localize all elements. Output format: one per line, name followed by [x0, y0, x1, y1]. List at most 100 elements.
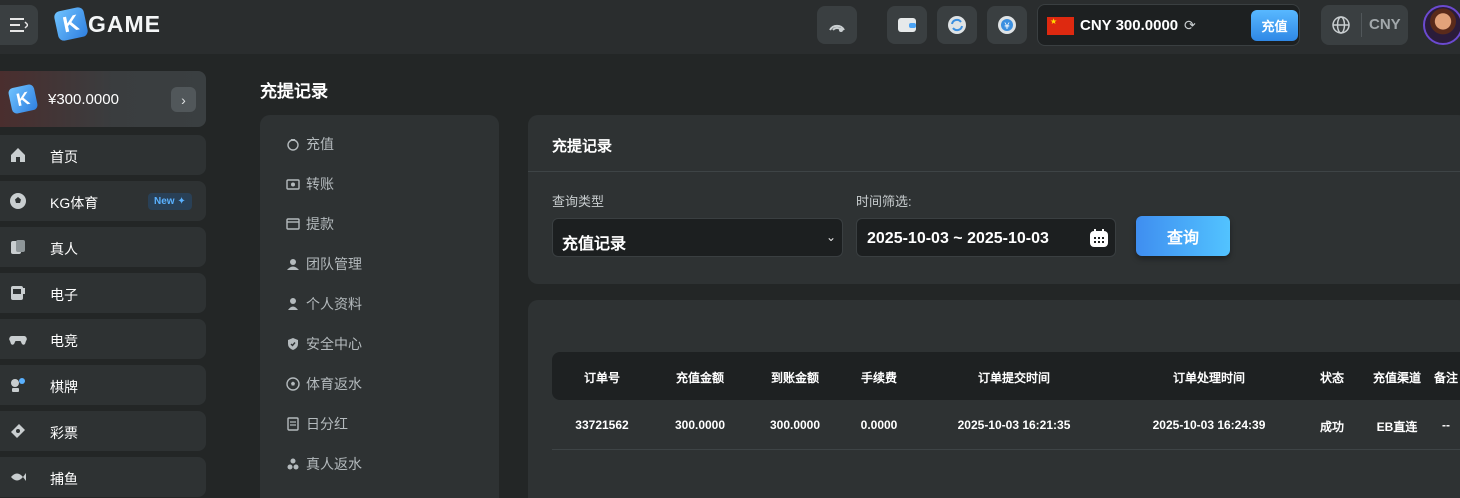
cell-remark: --	[1442, 418, 1450, 432]
query-type-select[interactable]: 充值记录 ⌄	[552, 218, 843, 257]
column-header: 充值金额	[675, 371, 725, 385]
logo[interactable]: K GAME	[53, 6, 161, 42]
column-header: 订单号	[583, 371, 621, 385]
sidebar-item-kg-sports[interactable]: KG体育 New ✦	[0, 181, 206, 221]
wallet-logo-icon: K	[7, 83, 39, 115]
globe-icon	[1332, 16, 1350, 34]
logo-mark: K	[53, 6, 89, 42]
team-icon	[287, 259, 299, 270]
home-icon	[11, 148, 25, 162]
sidebar-item-slots[interactable]: 电子	[0, 273, 206, 313]
subnav-label: 转账	[306, 176, 334, 192]
sidebar-item-home[interactable]: 首页	[0, 135, 206, 175]
calendar-icon	[287, 417, 299, 431]
speedometer-icon	[829, 24, 845, 32]
date-filter-label: 时间筛选:	[856, 194, 912, 209]
gamepad-icon	[9, 336, 27, 345]
swap-button[interactable]	[937, 6, 977, 44]
cell-process-time: 2025-10-03 16:24:39	[1152, 418, 1266, 432]
sidebar-item-esports[interactable]: 电竞	[0, 319, 206, 359]
swap-icon	[948, 16, 966, 34]
subnav-item-sports-rebate[interactable]: 体育返水	[286, 374, 362, 394]
subnav-label: 安全中心	[306, 336, 362, 352]
query-type-value: 充值记录	[562, 236, 627, 253]
china-flag-icon	[1047, 17, 1074, 35]
query-button[interactable]: 查询	[1136, 216, 1230, 256]
subnav-item-security[interactable]: 安全中心	[286, 334, 362, 354]
chips-icon	[287, 458, 299, 470]
deposit-button[interactable]: 充值	[1251, 10, 1298, 41]
sidebar-item-chess-cards[interactable]: 棋牌	[0, 365, 206, 405]
cell-status: 成功	[1319, 420, 1345, 434]
subnav-label: 个人资料	[306, 296, 362, 312]
slot-machine-icon	[11, 286, 25, 300]
account-subnav: 充值 转账 提款 团队管理 个人资料 安全中心 体育返水 日分红 真人返水	[260, 115, 499, 498]
subnav-item-profile[interactable]: 个人资料	[286, 294, 362, 314]
date-range-input[interactable]: 2025-10-03 ~ 2025-10-03	[856, 218, 1116, 257]
cell-order-id: 33721562	[575, 418, 629, 432]
filter-card-title: 充提记录	[552, 138, 613, 155]
lottery-ticket-icon	[11, 424, 25, 438]
subnav-label: 体育返水	[306, 376, 362, 392]
svg-text:¥: ¥	[1004, 22, 1010, 32]
cell-submit-time: 2025-10-03 16:21:35	[957, 418, 1071, 432]
logo-text: GAME	[88, 10, 161, 37]
fish-icon	[11, 473, 26, 481]
table-row: 33721562 300.0000 300.0000 0.0000 2025-1…	[552, 400, 1460, 450]
chevron-down-icon: ⌄	[825, 230, 836, 244]
wallet-button[interactable]	[887, 6, 927, 44]
avatar[interactable]	[1423, 5, 1460, 45]
yen-button[interactable]: ¥	[987, 6, 1027, 44]
subnav-label: 团队管理	[306, 256, 362, 272]
subnav-item-deposit[interactable]: 充值	[286, 134, 334, 154]
speed-button[interactable]	[817, 6, 857, 44]
soccer-icon	[286, 377, 300, 391]
cards-icon	[11, 240, 25, 254]
column-header: 备注	[1433, 371, 1459, 385]
subnav-label: 充值	[306, 136, 334, 152]
menu-toggle-button[interactable]	[0, 5, 38, 45]
calendar-icon[interactable]	[1089, 228, 1109, 248]
sidebar-item-fishing[interactable]: 捕鱼	[0, 457, 206, 497]
subnav-label: 日分红	[306, 416, 348, 432]
query-type-label: 查询类型	[552, 194, 605, 209]
subnav-item-team[interactable]: 团队管理	[286, 254, 362, 274]
transfer-icon	[286, 179, 300, 190]
menu-icon	[10, 18, 28, 32]
cell-channel: EB直连	[1376, 420, 1418, 434]
column-header: 手续费	[860, 371, 898, 385]
sidebar-item-label: 首页	[50, 149, 78, 165]
chevron-right-icon[interactable]: ›	[171, 87, 196, 112]
subnav-item-live-rebate[interactable]: 真人返水	[286, 454, 362, 474]
app-root: K GAME ¥ CNY 300.0000 ⟳ 充值 CNY	[0, 0, 1460, 498]
column-header: 充值渠道	[1372, 371, 1422, 385]
sidebar-item-label: KG体育	[50, 195, 99, 211]
subnav-item-daily-dividend[interactable]: 日分红	[286, 414, 348, 434]
records-table-card: 订单号 充值金额 到账金额 手续费 订单提交时间 订单处理时间 状态 充值渠道 …	[528, 300, 1460, 498]
sidebar-item-live-casino[interactable]: 真人	[0, 227, 206, 267]
sidebar-item-label: 电竞	[50, 333, 78, 349]
language-currency-selector[interactable]: CNY	[1321, 5, 1408, 45]
top-bar: K GAME ¥ CNY 300.0000 ⟳ 充值 CNY	[0, 0, 1460, 54]
subnav-label: 提款	[306, 216, 334, 232]
wallet-amount: ¥300.0000	[48, 91, 119, 108]
divider	[528, 171, 1460, 172]
sidebar: K ¥300.0000 › 首页 KG体育 New ✦ 真人 电子 电竞 棋牌	[0, 54, 222, 498]
cell-fee: 0.0000	[860, 418, 898, 432]
balance-text: CNY 300.0000	[1080, 17, 1179, 34]
sidebar-item-label: 真人	[50, 241, 78, 257]
sidebar-item-label: 电子	[50, 287, 78, 303]
sidebar-item-lottery[interactable]: 彩票	[0, 411, 206, 451]
subnav-item-transfer[interactable]: 转账	[286, 174, 334, 194]
column-header: 状态	[1319, 371, 1345, 385]
sidebar-item-label: 彩票	[50, 425, 78, 441]
cell-received-amount: 300.0000	[769, 418, 821, 432]
piggy-bank-icon	[287, 139, 299, 151]
shield-icon	[288, 338, 298, 350]
wallet-card[interactable]: K ¥300.0000 ›	[0, 71, 206, 127]
new-badge: New ✦	[148, 193, 192, 210]
subnav-item-withdraw[interactable]: 提款	[286, 214, 334, 234]
refresh-icon[interactable]: ⟳	[1184, 17, 1196, 34]
table-header: 订单号 充值金额 到账金额 手续费 订单提交时间 订单处理时间 状态 充值渠道 …	[552, 352, 1460, 400]
sidebar-item-label: 捕鱼	[50, 471, 78, 487]
